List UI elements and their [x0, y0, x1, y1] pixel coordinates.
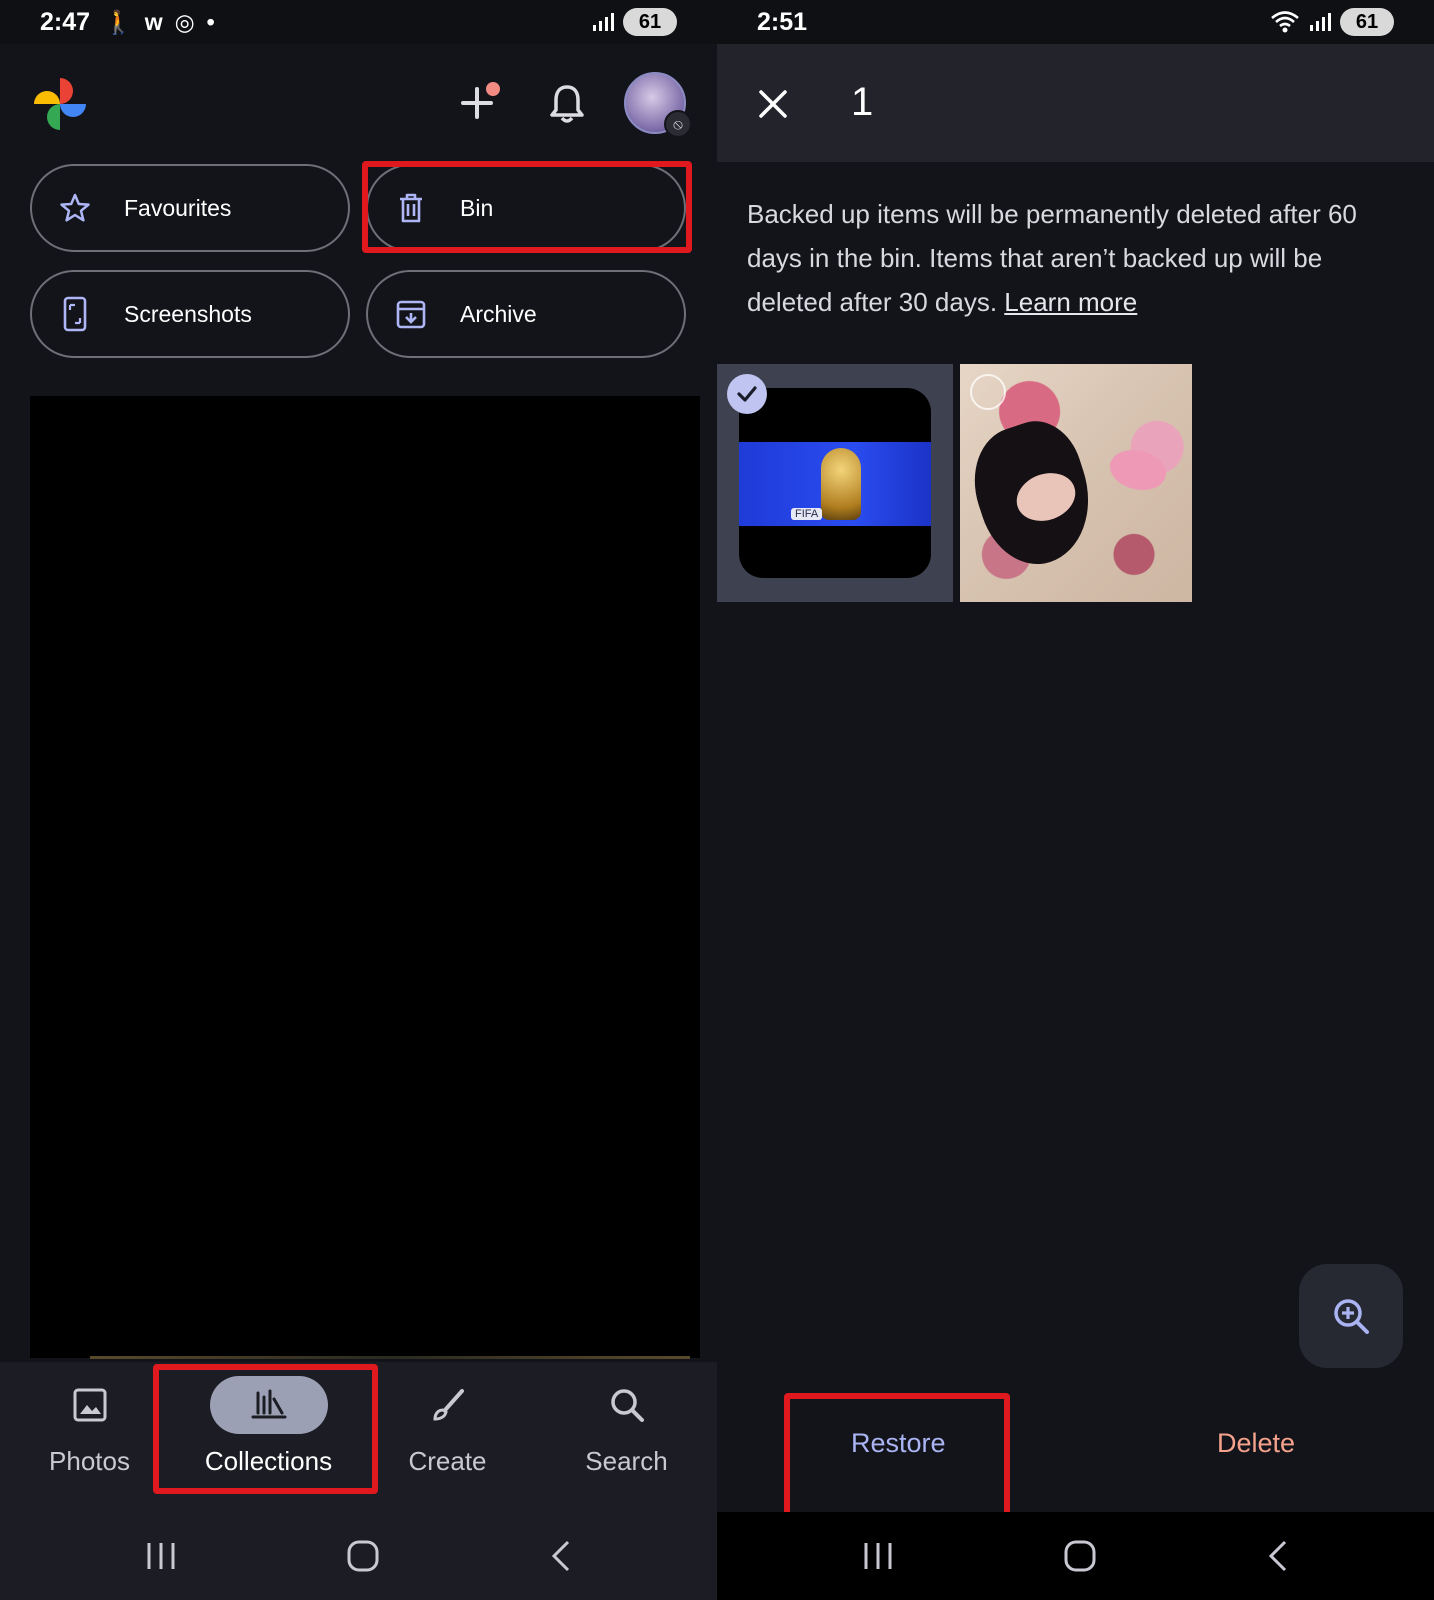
back-icon[interactable] [1266, 1539, 1290, 1573]
selection-toolbar: 1 [717, 44, 1434, 162]
walk-icon: 🚶 [104, 8, 133, 35]
star-icon [58, 191, 92, 225]
recent-apps-icon[interactable] [144, 1541, 178, 1571]
home-icon[interactable] [1063, 1539, 1097, 1573]
trash-icon [394, 191, 428, 225]
favourites-label: Favourites [124, 194, 232, 221]
collections-content-area [30, 396, 700, 1358]
app-w-icon: w [144, 8, 163, 35]
home-icon[interactable] [346, 1539, 380, 1573]
screenshots-chip[interactable]: Screenshots [30, 270, 350, 358]
fifa-thumbnail: FIFA [739, 388, 931, 578]
trophy-image [821, 448, 861, 520]
status-time: 2:51 [757, 7, 808, 36]
battery-indicator: 61 [1340, 8, 1394, 36]
archive-chip[interactable]: Archive [366, 270, 686, 358]
notification-dot [486, 82, 500, 96]
instagram-icon: ◎ [174, 8, 195, 35]
restore-button[interactable]: Restore [851, 1428, 946, 1459]
bin-item-1-selected[interactable]: FIFA [717, 364, 953, 602]
photo-icon [31, 1376, 149, 1434]
google-photos-logo [34, 78, 86, 130]
wifi-icon [1271, 11, 1299, 33]
dot-icon: • [206, 8, 215, 35]
selection-count: 1 [851, 80, 874, 124]
archive-icon [394, 297, 428, 331]
nav-photos[interactable]: Photos [0, 1362, 179, 1512]
favourites-chip[interactable]: Favourites [30, 164, 350, 252]
nav-photos-label: Photos [49, 1446, 130, 1476]
signal-icon [1310, 13, 1331, 31]
search-icon [568, 1376, 686, 1434]
zoom-in-icon [1334, 1299, 1369, 1334]
signal-icon [593, 13, 614, 31]
bin-item-2[interactable] [960, 364, 1192, 602]
nav-collections-label: Collections [204, 1446, 333, 1476]
account-avatar[interactable]: ⦸ [624, 72, 692, 138]
check-icon [737, 386, 757, 402]
bottom-navigation: Photos Collections Create Search [0, 1362, 717, 1512]
content-edge [90, 1356, 690, 1359]
bell-icon [550, 85, 584, 123]
selected-check[interactable] [727, 374, 767, 414]
backup-off-icon: ⦸ [664, 110, 692, 138]
nav-search-label: Search [585, 1446, 668, 1476]
collections-icon [209, 1376, 328, 1434]
battery-indicator: 61 [623, 8, 677, 36]
right-screen: 2:51 61 1 Backed up items will be perman… [717, 0, 1434, 1600]
status-bar: 2:47 🚶 w ◎ • 61 [0, 0, 717, 44]
archive-label: Archive [460, 300, 537, 327]
illustration-bow [1110, 450, 1166, 490]
system-navigation [717, 1512, 1434, 1600]
zoom-button[interactable] [1299, 1264, 1403, 1368]
system-navigation [0, 1512, 717, 1600]
back-icon[interactable] [549, 1539, 573, 1573]
status-bar: 2:51 61 [717, 0, 1434, 44]
status-time: 2:47 [40, 7, 91, 36]
left-screen: 2:47 🚶 w ◎ • 61 ⦸ Favourites Bin Screens… [0, 0, 717, 1600]
close-icon [759, 90, 787, 118]
nav-create[interactable]: Create [358, 1362, 537, 1512]
bin-label: Bin [460, 194, 494, 221]
recent-apps-icon[interactable] [861, 1541, 895, 1571]
thumbnail-banner: FIFA [739, 442, 931, 526]
notifications-button[interactable] [542, 78, 592, 128]
learn-more-link[interactable]: Learn more [1004, 287, 1137, 317]
brush-icon [389, 1376, 507, 1434]
add-button[interactable] [452, 78, 502, 128]
close-selection-button[interactable] [749, 80, 797, 128]
nav-collections[interactable]: Collections [179, 1362, 358, 1512]
delete-button[interactable]: Delete [1217, 1428, 1295, 1459]
bin-action-bar: Restore Delete [717, 1392, 1434, 1512]
nav-search[interactable]: Search [537, 1362, 716, 1512]
thumbnail-text: FIFA [791, 508, 823, 520]
phone-screenshot-icon [58, 296, 92, 332]
nav-create-label: Create [408, 1446, 487, 1476]
bin-info-text: Backed up items will be permanently dele… [747, 192, 1407, 324]
screenshots-label: Screenshots [124, 300, 252, 327]
unselected-check[interactable] [970, 374, 1006, 410]
bin-chip[interactable]: Bin [366, 164, 686, 252]
